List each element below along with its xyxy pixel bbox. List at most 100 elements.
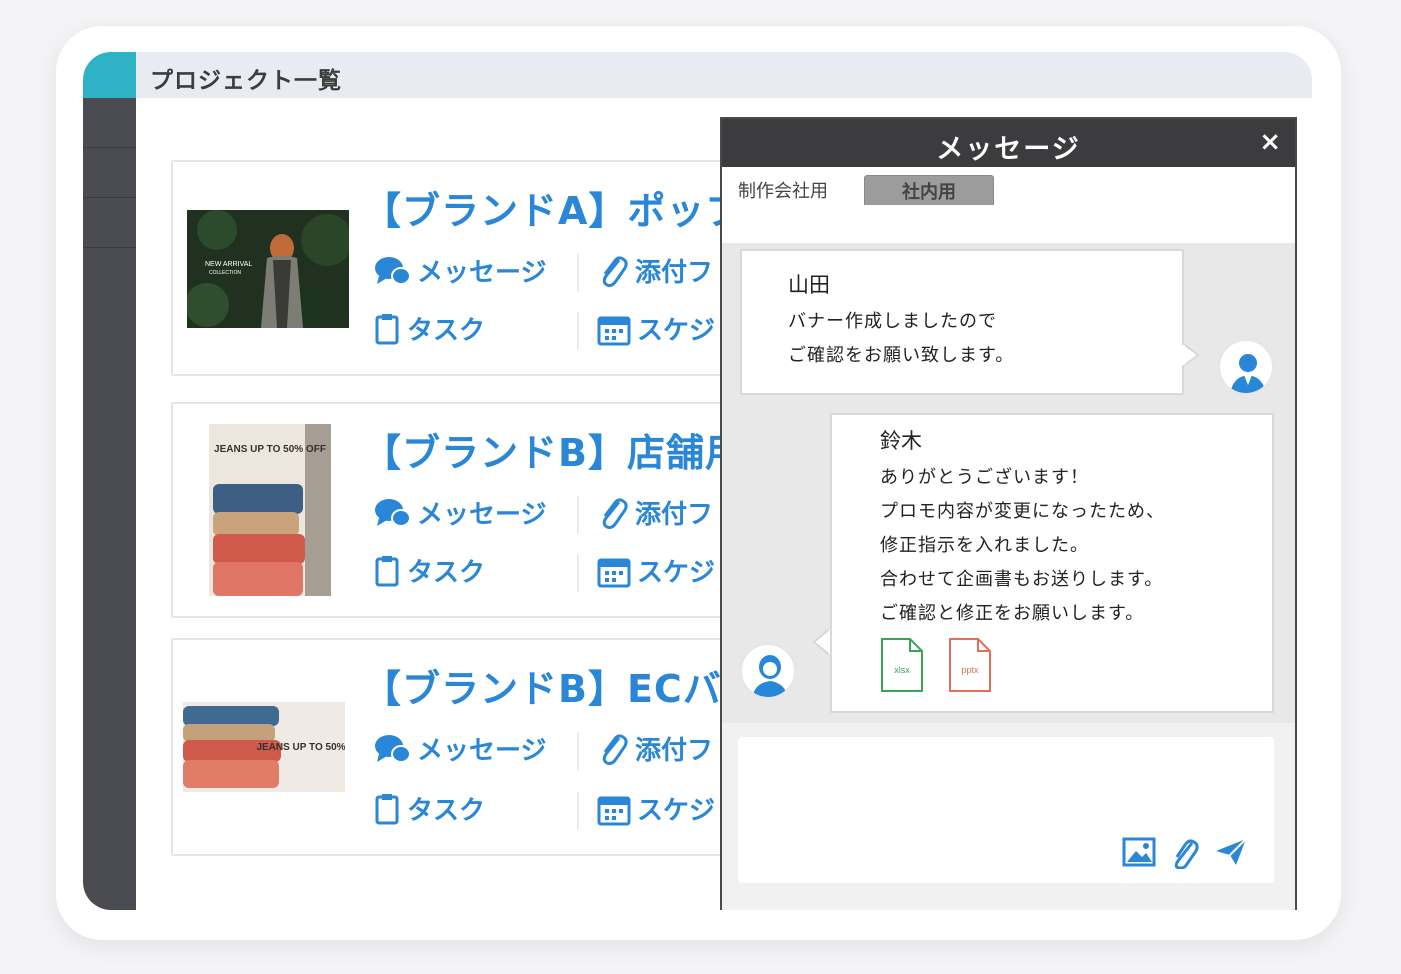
send-icon[interactable] bbox=[1214, 837, 1248, 867]
divider bbox=[577, 254, 579, 292]
task-button[interactable]: タスク bbox=[373, 310, 485, 347]
message-line: ご確認をお願い致します。 bbox=[788, 345, 1015, 366]
task-label: タスク bbox=[407, 558, 486, 588]
divider bbox=[577, 792, 579, 830]
paperclip-icon bbox=[602, 256, 628, 287]
avatar bbox=[740, 643, 796, 699]
pptx-file-icon[interactable]: pptx bbox=[948, 637, 992, 693]
header: プロジェクト一覧 bbox=[136, 52, 1312, 98]
clipboard-icon bbox=[375, 555, 399, 586]
message-panel-title: メッセージ bbox=[936, 134, 1081, 165]
attachment-button[interactable]: 添付フ bbox=[597, 494, 713, 531]
attachment-button[interactable]: 添付フ bbox=[597, 730, 713, 767]
page-title: プロジェクト一覧 bbox=[150, 68, 342, 94]
message-label: メッセージ bbox=[417, 258, 547, 288]
calendar-icon bbox=[597, 316, 631, 345]
attachment-files: xlsx pptx bbox=[880, 637, 1272, 693]
task-button[interactable]: タスク bbox=[373, 790, 485, 827]
paperclip-icon[interactable] bbox=[1168, 837, 1200, 869]
sidebar-item[interactable] bbox=[83, 148, 136, 198]
project-title[interactable]: 【ブランドA】ポップ bbox=[363, 180, 744, 235]
message-bubble: 鈴木 ありがとうございます！ プロモ内容が変更になったため、 修正指示を入れまし… bbox=[830, 413, 1274, 713]
message-line: 修正指示を入れました。 bbox=[880, 535, 1089, 556]
chat-area: 山田 バナー作成しましたので ご確認をお願い致します。 鈴木 ありがとうございま… bbox=[722, 243, 1295, 723]
tab-vendor[interactable]: 制作会社用 bbox=[728, 175, 838, 205]
clipboard-icon bbox=[375, 313, 399, 344]
attachment-label: 添付フ bbox=[635, 736, 714, 766]
message-label: メッセージ bbox=[417, 500, 547, 530]
message-panel-header: メッセージ × bbox=[722, 119, 1295, 167]
message-tabs: 制作会社用 社内用 bbox=[722, 167, 1295, 207]
message-line: ありがとうございます！ bbox=[880, 467, 1089, 488]
attachment-label: 添付フ bbox=[635, 258, 714, 288]
message-line: ご確認と修正をお願いします。 bbox=[880, 603, 1145, 624]
project-title[interactable]: 【ブランドB】店舗用 bbox=[363, 422, 744, 477]
divider bbox=[577, 312, 579, 350]
tab-internal[interactable]: 社内用 bbox=[864, 175, 994, 205]
fashion-photo: NEW ARRIVAL COLLECTION bbox=[187, 210, 349, 328]
schedule-button[interactable]: スケジ bbox=[597, 310, 715, 347]
svg-text:COLLECTION: COLLECTION bbox=[209, 270, 241, 276]
task-button[interactable]: タスク bbox=[373, 552, 485, 589]
project-thumbnail[interactable]: JEANS UP TO 50% OFF bbox=[209, 424, 331, 596]
message-button[interactable]: メッセージ bbox=[373, 730, 546, 767]
attachment-label: 添付フ bbox=[635, 500, 714, 530]
project-title[interactable]: 【ブランドB】ECバ bbox=[363, 658, 722, 713]
sidebar-item[interactable] bbox=[83, 198, 136, 248]
message-button[interactable]: メッセージ bbox=[373, 494, 546, 531]
sender-name: 山田 bbox=[788, 273, 830, 297]
file-type-label: pptx bbox=[961, 665, 979, 675]
schedule-label: スケジ bbox=[637, 558, 716, 588]
project-card[interactable]: NEW ARRIVAL COLLECTION 【ブランドA】ポップ メッセージ … bbox=[171, 160, 791, 376]
bubble-tail bbox=[812, 627, 832, 657]
message-line: 合わせて企画書もお送りします。 bbox=[880, 569, 1164, 590]
schedule-label: スケジ bbox=[637, 796, 716, 826]
project-thumbnail[interactable]: JEANS UP TO 50%OFF bbox=[183, 702, 345, 792]
calendar-icon bbox=[597, 796, 631, 825]
close-icon[interactable]: × bbox=[1259, 127, 1281, 157]
clipboard-icon bbox=[375, 793, 399, 824]
task-label: タスク bbox=[407, 316, 486, 346]
message-bubble: 山田 バナー作成しましたので ご確認をお願い致します。 bbox=[740, 249, 1184, 395]
sidebar bbox=[83, 98, 136, 910]
svg-text:NEW ARRIVAL: NEW ARRIVAL bbox=[205, 261, 252, 268]
message-panel: メッセージ × 制作会社用 社内用 山田 バナー作成しましたので ご確認をお願い… bbox=[720, 117, 1297, 910]
schedule-button[interactable]: スケジ bbox=[597, 790, 715, 827]
schedule-button[interactable]: スケジ bbox=[597, 552, 715, 589]
user-avatar-icon bbox=[752, 655, 788, 697]
sidebar-accent bbox=[83, 52, 136, 98]
sender-name: 鈴木 bbox=[880, 429, 922, 453]
task-label: タスク bbox=[407, 796, 486, 826]
divider bbox=[577, 496, 579, 534]
bubble-tail bbox=[1182, 343, 1200, 367]
project-card[interactable]: JEANS UP TO 50%OFF 【ブランドB】ECバ メッセージ 添付フ … bbox=[171, 638, 791, 856]
chat-bubbles-icon bbox=[375, 734, 411, 763]
paperclip-icon bbox=[602, 498, 628, 529]
sidebar-item[interactable] bbox=[83, 98, 136, 148]
attachment-button[interactable]: 添付フ bbox=[597, 252, 713, 289]
image-icon[interactable] bbox=[1122, 837, 1156, 867]
divider bbox=[577, 554, 579, 592]
chat-bubbles-icon bbox=[375, 498, 411, 527]
calendar-icon bbox=[597, 558, 631, 587]
message-line: プロモ内容が変更になったため、 bbox=[880, 501, 1165, 522]
jeans-ad-image: JEANS UP TO 50%OFF bbox=[183, 702, 345, 792]
file-type-label: xlsx bbox=[894, 665, 910, 675]
schedule-label: スケジ bbox=[637, 316, 716, 346]
app-window: プロジェクト一覧 NEW ARRIVAL COLLECTION 【ブランドA】ポ… bbox=[83, 52, 1312, 910]
project-thumbnail[interactable]: NEW ARRIVAL COLLECTION bbox=[187, 210, 349, 328]
message-button[interactable]: メッセージ bbox=[373, 252, 546, 289]
avatar bbox=[1218, 339, 1274, 395]
jeans-ad-image: JEANS UP TO 50% OFF bbox=[209, 424, 331, 596]
user-avatar-icon bbox=[1230, 354, 1266, 393]
divider bbox=[577, 732, 579, 770]
message-input[interactable] bbox=[738, 737, 1274, 883]
paperclip-icon bbox=[602, 734, 628, 765]
chat-bubbles-icon bbox=[375, 256, 411, 285]
message-line: バナー作成しましたので bbox=[788, 311, 997, 332]
xlsx-file-icon[interactable]: xlsx bbox=[880, 637, 924, 693]
thumb-text: JEANS UP TO 50% OFF bbox=[214, 444, 326, 455]
project-card[interactable]: JEANS UP TO 50% OFF 【ブランドB】店舗用 メッセージ 添付フ… bbox=[171, 402, 791, 618]
message-label: メッセージ bbox=[417, 736, 547, 766]
thumb-text: JEANS UP TO 50%OFF bbox=[256, 742, 345, 753]
